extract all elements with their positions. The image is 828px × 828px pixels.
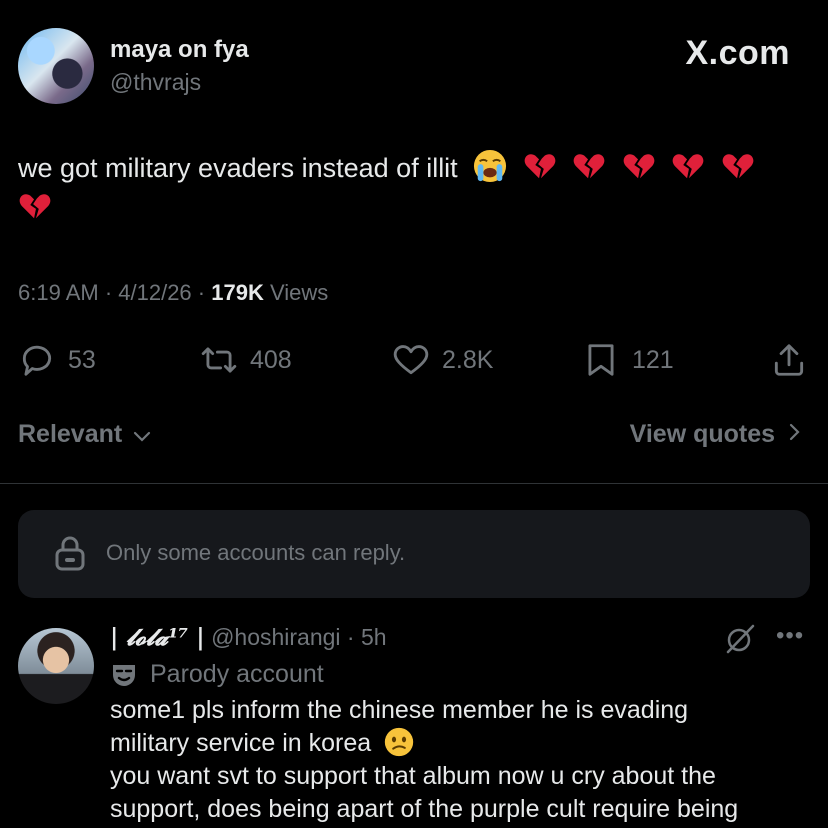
reply-line: some1 pls inform the chinese member he i… bbox=[110, 696, 689, 724]
repost-count: 408 bbox=[250, 345, 292, 374]
reply-line: military service in korea bbox=[110, 727, 810, 760]
x-watermark: X.com bbox=[685, 34, 790, 72]
author-handle[interactable]: @thvrajs bbox=[110, 69, 201, 96]
bookmark-icon bbox=[588, 344, 614, 376]
reply-handle-time[interactable]: @hoshirangi · 5h bbox=[211, 624, 387, 650]
broken-heart-icon bbox=[722, 154, 754, 179]
divider bbox=[0, 483, 828, 484]
author-display-name[interactable]: maya on fya bbox=[110, 36, 249, 64]
reply-line: you want svt to support that album now u… bbox=[110, 762, 716, 790]
post-text-content: we got military evaders instead of illit bbox=[18, 153, 458, 183]
reply-line: support, does being apart of the purple … bbox=[110, 795, 739, 823]
reply-restriction-text: Only some accounts can reply. bbox=[106, 540, 406, 565]
broken-heart-icon bbox=[573, 154, 605, 179]
grok-icon[interactable] bbox=[724, 623, 756, 655]
bookmark-count: 121 bbox=[632, 345, 674, 374]
chevron-down-icon bbox=[134, 431, 151, 442]
reply-author-avatar[interactable] bbox=[18, 628, 94, 704]
repost-icon bbox=[201, 347, 237, 373]
view-quotes-link[interactable]: View quotes bbox=[630, 420, 802, 449]
view-quotes-label: View quotes bbox=[629, 420, 776, 448]
confused-face-icon bbox=[384, 727, 414, 757]
parody-label: Parody account bbox=[150, 660, 324, 688]
lock-icon bbox=[55, 536, 85, 571]
sort-label: Relevant bbox=[18, 420, 123, 448]
views-label: Views bbox=[269, 280, 329, 305]
loudly-crying-face-icon bbox=[474, 149, 507, 183]
share-icon bbox=[774, 344, 804, 376]
repost-button[interactable]: 408 bbox=[200, 338, 292, 382]
views-count: 179K bbox=[211, 280, 264, 305]
post-meta: 6:19 AM · 4/12/26 · 179K Views bbox=[18, 280, 328, 306]
sort-replies-dropdown[interactable]: Relevant bbox=[18, 420, 151, 449]
author-avatar[interactable] bbox=[18, 28, 94, 104]
heart-icon bbox=[393, 345, 429, 375]
reply-display-name[interactable]: | 𝓵𝓸𝓵𝓪¹⁷ | bbox=[110, 624, 205, 651]
reply-text: some1 pls inform the chinese member he i… bbox=[110, 694, 810, 826]
action-bar: 53 408 2.8K 121 bbox=[0, 338, 828, 382]
broken-heart-icon bbox=[524, 154, 556, 179]
post-text: we got military evaders instead of illit bbox=[18, 148, 798, 228]
bookmark-button[interactable]: 121 bbox=[582, 338, 674, 382]
like-count: 2.8K bbox=[442, 345, 494, 374]
chevron-right-icon bbox=[789, 423, 800, 441]
broken-heart-icon bbox=[623, 154, 655, 179]
parody-badge: Parody account bbox=[110, 660, 324, 689]
broken-heart-icon bbox=[672, 154, 704, 179]
reply-icon bbox=[22, 345, 52, 376]
like-button[interactable]: 2.8K bbox=[392, 338, 493, 382]
reply-line-text: military service in korea bbox=[110, 729, 372, 757]
share-button[interactable] bbox=[770, 338, 808, 382]
reply-author-line: | 𝓵𝓸𝓵𝓪¹⁷ | @hoshirangi · 5h bbox=[110, 624, 387, 651]
broken-heart-icon bbox=[19, 194, 51, 219]
reply-button[interactable]: 53 bbox=[18, 338, 96, 382]
theater-mask-icon bbox=[113, 664, 135, 686]
post-timestamp[interactable]: 6:19 AM · 4/12/26 · bbox=[18, 280, 211, 305]
reply-count: 53 bbox=[68, 345, 96, 374]
more-options-icon[interactable]: ••• bbox=[776, 622, 804, 650]
